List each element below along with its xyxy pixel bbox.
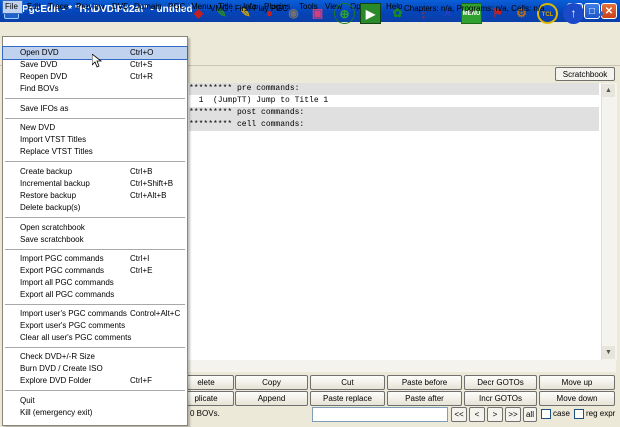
nav-prev-button[interactable]: < xyxy=(469,407,485,422)
decr-gotos-button[interactable]: Decr GOTOs xyxy=(464,375,537,390)
editor-line[interactable]: ********* cell commands: xyxy=(189,119,599,131)
nav-last-button[interactable]: >> xyxy=(505,407,521,422)
search-input[interactable] xyxy=(312,407,448,422)
menu-preview[interactable]: Preview xyxy=(74,0,106,14)
menu-item-create-backup[interactable]: Create backup Ctrl+B xyxy=(3,166,187,178)
tool-icon-1[interactable]: ◆ xyxy=(188,3,209,24)
cut-button[interactable]: Cut xyxy=(310,375,385,390)
menu-bar xyxy=(0,22,620,36)
menu-item-kill[interactable]: Kill (emergency exit) xyxy=(3,407,187,419)
menu-item-quit[interactable]: Quit xyxy=(3,395,187,407)
file-menu-dropdown: Open DVD Ctrl+O Save DVD Ctrl+S Reopen DVD… xyxy=(2,36,188,426)
menu-item-import-all-pgc[interactable]: Import all PGC commands xyxy=(3,277,187,289)
regexpr-checkbox[interactable] xyxy=(574,409,584,419)
command-editor[interactable]: ********* pre commands: 1 (JumpTT) Jump … xyxy=(187,83,601,360)
menu-item-reopen-dvd[interactable]: Reopen DVD Ctrl+R xyxy=(3,71,187,83)
circle-arrow-icon[interactable]: ↑ xyxy=(563,3,584,24)
menu-item-delete-backups[interactable]: Delete backup(s) xyxy=(3,202,187,214)
horizontal-scrollbar[interactable] xyxy=(187,360,616,372)
menu-item-find-bovs[interactable]: Find BOVs xyxy=(3,83,187,95)
menu-item-save-scratchbook[interactable]: Save scratchbook xyxy=(3,234,187,246)
paste-after-button[interactable]: Paste after xyxy=(387,391,462,406)
move-down-button[interactable]: Move down xyxy=(539,391,615,406)
menu-item-import-vtst[interactable]: Import VTST Titles xyxy=(3,134,187,146)
menu-item-replace-vtst[interactable]: Replace VTST Titles xyxy=(3,146,187,158)
editor-line[interactable]: ********* post commands: xyxy=(189,107,599,119)
editor-line[interactable]: 1 (JumpTT) Jump to Title 1 xyxy=(189,95,599,107)
menu-separator xyxy=(5,304,185,305)
play-icon[interactable]: ▶ xyxy=(360,3,381,24)
scroll-down-icon[interactable]: ▼ xyxy=(602,346,615,359)
nav-next-button[interactable]: > xyxy=(487,407,503,422)
menu-separator xyxy=(5,118,185,119)
menu-dvd[interactable]: DVD xyxy=(110,0,131,14)
move-up-button[interactable]: Move up xyxy=(539,375,615,390)
menu-item-export-user-comments[interactable]: Export user's PGC comments xyxy=(3,320,187,332)
menu-item-clear-user-comments[interactable]: Clear all user's PGC comments xyxy=(3,332,187,344)
paste-before-button[interactable]: Paste before xyxy=(387,375,462,390)
scroll-up-icon[interactable]: ▲ xyxy=(602,84,615,97)
regexpr-label: reg expr xyxy=(586,409,616,418)
eye-icon[interactable]: ◕ xyxy=(590,3,611,24)
editor-line[interactable]: ********* pre commands: xyxy=(189,83,599,95)
menu-edit[interactable]: Edit xyxy=(25,0,43,14)
scratchbook-button[interactable]: Scratchbook xyxy=(555,67,615,81)
mouse-cursor-icon xyxy=(92,54,102,68)
menu-separator xyxy=(5,347,185,348)
menu-item-check-size[interactable]: Check DVD+/-R Size xyxy=(3,351,187,363)
menu-item-open-scratchbook[interactable]: Open scratchbook xyxy=(3,222,187,234)
menu-file[interactable]: File xyxy=(2,0,23,14)
menu-item-incremental-backup[interactable]: Incremental backup Ctrl+Shift+B xyxy=(3,178,187,190)
menu-domain[interactable]: Domain xyxy=(132,0,164,14)
status-text: 0 BOVs. xyxy=(190,409,220,418)
append-button[interactable]: Append xyxy=(235,391,308,406)
menu-item-export-pgc-commands[interactable]: Export PGC commands Ctrl+E xyxy=(3,265,187,277)
copy-button[interactable]: Copy xyxy=(235,375,308,390)
case-checkbox[interactable] xyxy=(541,409,551,419)
menu-separator xyxy=(5,217,185,218)
menu-separator xyxy=(5,390,185,391)
nav-first-button[interactable]: << xyxy=(451,407,467,422)
pgc-counts: Chapters: n/a, Programs: n/a, Cells: n/a xyxy=(404,4,545,13)
globe-icon[interactable]: ⊕ xyxy=(334,3,355,24)
menu-separator xyxy=(5,249,185,250)
menu-item-save-ifos[interactable]: Save IFOs as xyxy=(3,103,187,115)
menu-pgc[interactable]: PGC xyxy=(166,0,187,14)
tool-icon-6[interactable]: ▣ xyxy=(307,3,328,24)
vertical-scrollbar[interactable] xyxy=(601,83,617,360)
menu-item-burn-dvd[interactable]: Burn DVD / Create ISO xyxy=(3,363,187,375)
incr-gotos-button[interactable]: Incr GOTOs xyxy=(464,391,537,406)
menu-trace[interactable]: Trace xyxy=(46,0,70,14)
case-label: case xyxy=(553,409,570,418)
menu-item-restore-backup[interactable]: Restore backup Ctrl+Alt+B xyxy=(3,190,187,202)
menu-item-explore-folder[interactable]: Explore DVD Folder Ctrl+F xyxy=(3,375,187,387)
pgc-label: VMG , First-Play PGC xyxy=(210,4,289,13)
paste-replace-button[interactable]: Paste replace xyxy=(310,391,385,406)
menu-separator xyxy=(5,161,185,162)
nav-all-button[interactable]: all xyxy=(523,407,537,422)
menu-item-export-all-pgc[interactable]: Export all PGC commands xyxy=(3,289,187,301)
menu-item-import-user-pgc[interactable]: Import user's PGC commands Control+Alt+C xyxy=(3,308,187,320)
menu-item-import-pgc-commands[interactable]: Import PGC commands Ctrl+I xyxy=(3,253,187,265)
menu-item-new-dvd[interactable]: New DVD xyxy=(3,122,187,134)
menu-separator xyxy=(5,98,185,99)
